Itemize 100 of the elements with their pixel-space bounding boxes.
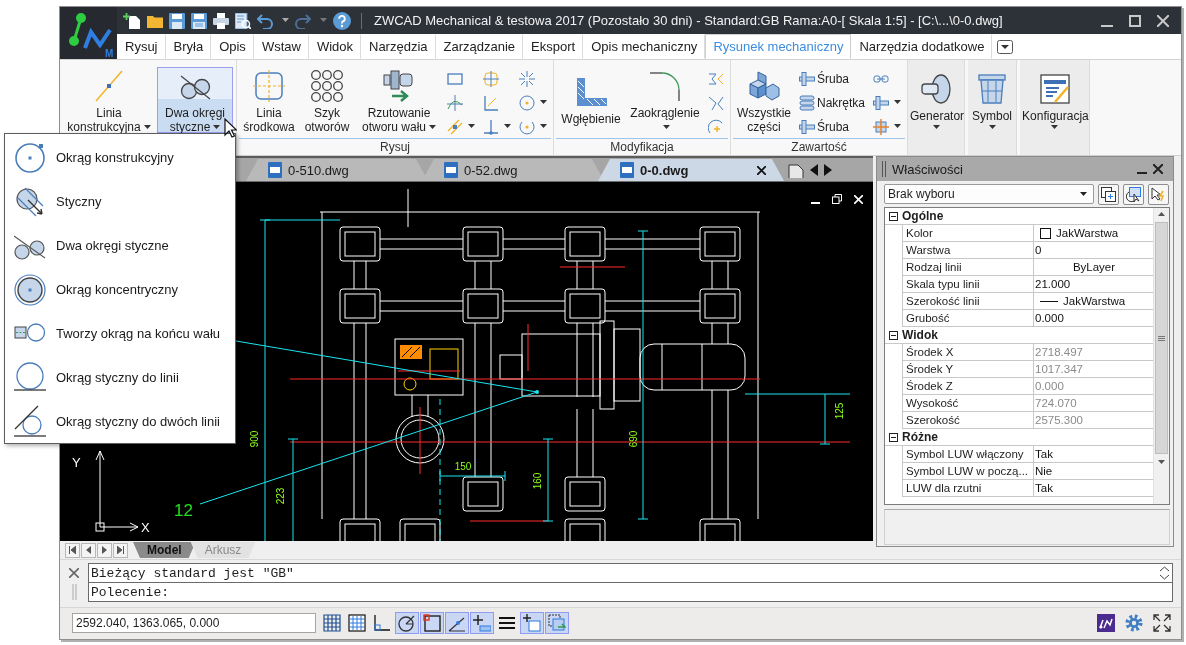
ribbon-tab[interactable]: Rysunek mechaniczny [705, 34, 852, 59]
cross-marker-icon [873, 119, 890, 135]
ribbon-button[interactable]: Linia konstrukcyjna [63, 67, 155, 133]
trim-curve-icon [447, 95, 463, 111]
selection-dropdown[interactable]: Brak wyboru [884, 184, 1094, 204]
previous-page-button[interactable] [81, 542, 96, 558]
circle-on-line-icon [14, 361, 46, 394]
dimension-text: 223 [275, 487, 286, 505]
ribbon-button[interactable]: Wgłębienie [557, 67, 625, 133]
page-icon[interactable] [788, 162, 804, 178]
callout-number: 12 [174, 501, 193, 520]
status-toggle[interactable] [445, 611, 469, 634]
property-value: ByLayer [1072, 261, 1116, 273]
save-all-icon[interactable] [191, 12, 207, 29]
status-toggle[interactable] [345, 611, 369, 634]
new-file-icon[interactable] [123, 12, 141, 29]
property-value: 21.000 [1035, 278, 1071, 290]
scrollbar-thumb[interactable] [1155, 222, 1168, 454]
small-ribbon-button[interactable]: Śruba [796, 68, 869, 90]
coordinates-field: 2592.040, 1363.065, 0.000 [72, 612, 316, 633]
first-page-button[interactable] [65, 542, 80, 558]
status-toggle[interactable] [470, 611, 494, 634]
shaft-arrow-icon [383, 70, 415, 102]
status-toggle[interactable] [545, 611, 569, 634]
first-icon [69, 546, 76, 554]
ribbon-button[interactable]: Zaokrąglenie [627, 67, 703, 133]
circle-between-lines-icon [14, 405, 46, 438]
status-toggle[interactable] [520, 611, 544, 634]
collapse-box-icon[interactable] [889, 330, 898, 340]
document-tab[interactable]: 0-0.dwg [598, 159, 784, 181]
circle-dot-icon [519, 95, 535, 111]
fullscreen-icon[interactable] [1153, 613, 1171, 632]
square-cross-icon [483, 71, 499, 87]
ribbon-button[interactable]: Linia środkowa [240, 67, 298, 133]
scroll-left-icon[interactable] [810, 164, 818, 176]
ribbon-button[interactable]: Wszystkie części [734, 67, 794, 133]
status-toggle[interactable] [320, 611, 344, 634]
toolbar-button[interactable] [1148, 183, 1169, 205]
snap-grid-icon [348, 613, 366, 632]
undo-icon[interactable] [257, 12, 273, 29]
lightning-cursor-icon [1151, 186, 1166, 202]
disc-shaft-icon [920, 73, 953, 105]
app-badge-icon[interactable] [1097, 613, 1115, 632]
maximize-icon[interactable] [1129, 14, 1141, 27]
ribbon-button[interactable]: Symbol [968, 67, 1017, 133]
property-value: JakWarstwa [1056, 227, 1119, 239]
status-toggle[interactable] [395, 611, 419, 634]
menu-item[interactable]: Okrąg konstrukcyjny [5, 136, 235, 180]
menu-item[interactable]: Okrąg koncentryczny [5, 267, 235, 312]
scroll-down-icon[interactable] [1158, 460, 1165, 464]
selection-cycling-icon [548, 613, 566, 632]
axis-label: X [141, 520, 150, 535]
ribbon-button[interactable]: Rzutowanie otworu wału [356, 67, 442, 133]
menu-item[interactable]: Styczny [5, 179, 235, 224]
last-page-button[interactable] [113, 542, 128, 558]
toolbar-button[interactable] [1123, 183, 1144, 205]
hatched-profile-icon [575, 76, 607, 108]
small-ribbon-button[interactable] [516, 92, 550, 114]
dropdown-box-icon[interactable] [997, 39, 1014, 54]
collapse-box-icon[interactable] [889, 432, 898, 442]
ribbon-button[interactable]: Szyk otworów [300, 67, 354, 133]
ribbon-button[interactable]: Dwa okręgi styczne [157, 67, 233, 133]
color-swatch-icon [1040, 227, 1051, 239]
collapse-box-icon[interactable] [889, 211, 898, 221]
property-name: Wysokość [902, 395, 1034, 412]
property-name: Skala typu linii [902, 276, 1034, 293]
next-page-button[interactable] [97, 542, 112, 558]
status-toggle[interactable] [420, 611, 444, 634]
property-name: Środek Z [902, 378, 1034, 395]
menu-item[interactable]: Okrąg styczny do dwóch linii [5, 399, 235, 443]
property-name: Symbol LUW włączony [902, 446, 1034, 463]
scroll-right-icon[interactable] [824, 164, 832, 176]
small-ribbon-button[interactable]: Nakrętka [796, 92, 869, 114]
close-icon[interactable] [757, 165, 766, 175]
section-title: Widok [902, 328, 939, 342]
scroll-up-icon[interactable] [1158, 212, 1165, 216]
close-icon[interactable] [1153, 164, 1163, 174]
document-icon [620, 162, 634, 178]
print-preview-icon[interactable] [235, 12, 251, 29]
menu-item[interactable]: Okrąg styczny do linii [5, 355, 235, 400]
menu-item[interactable]: Dwa okręgi styczne [5, 223, 235, 268]
scroll-arrows-icon[interactable] [1160, 566, 1169, 580]
save-icon[interactable] [169, 12, 185, 29]
circle-center-icon [14, 141, 46, 174]
ribbon-button[interactable]: Konfiguracja [1020, 67, 1090, 133]
small-ribbon-button[interactable]: Śruba [796, 116, 869, 138]
redo-icon[interactable] [295, 12, 311, 29]
help-icon[interactable] [333, 11, 351, 30]
menu-item[interactable]: Tworzy okrąg na końcu wału [5, 311, 235, 356]
print-icon[interactable] [213, 12, 229, 29]
last-icon [117, 546, 124, 554]
property-value: 0.000 [1035, 312, 1064, 324]
settings-icon[interactable] [1125, 613, 1143, 632]
command-input[interactable]: Polecenie: [88, 582, 1173, 602]
toolbar-button[interactable] [1098, 183, 1119, 205]
restore-icon[interactable] [832, 194, 842, 204]
dimension-line [439, 470, 506, 482]
grid-icon [323, 613, 341, 632]
ribbon-button[interactable]: Generator [908, 67, 965, 133]
caret-icon [320, 17, 327, 22]
